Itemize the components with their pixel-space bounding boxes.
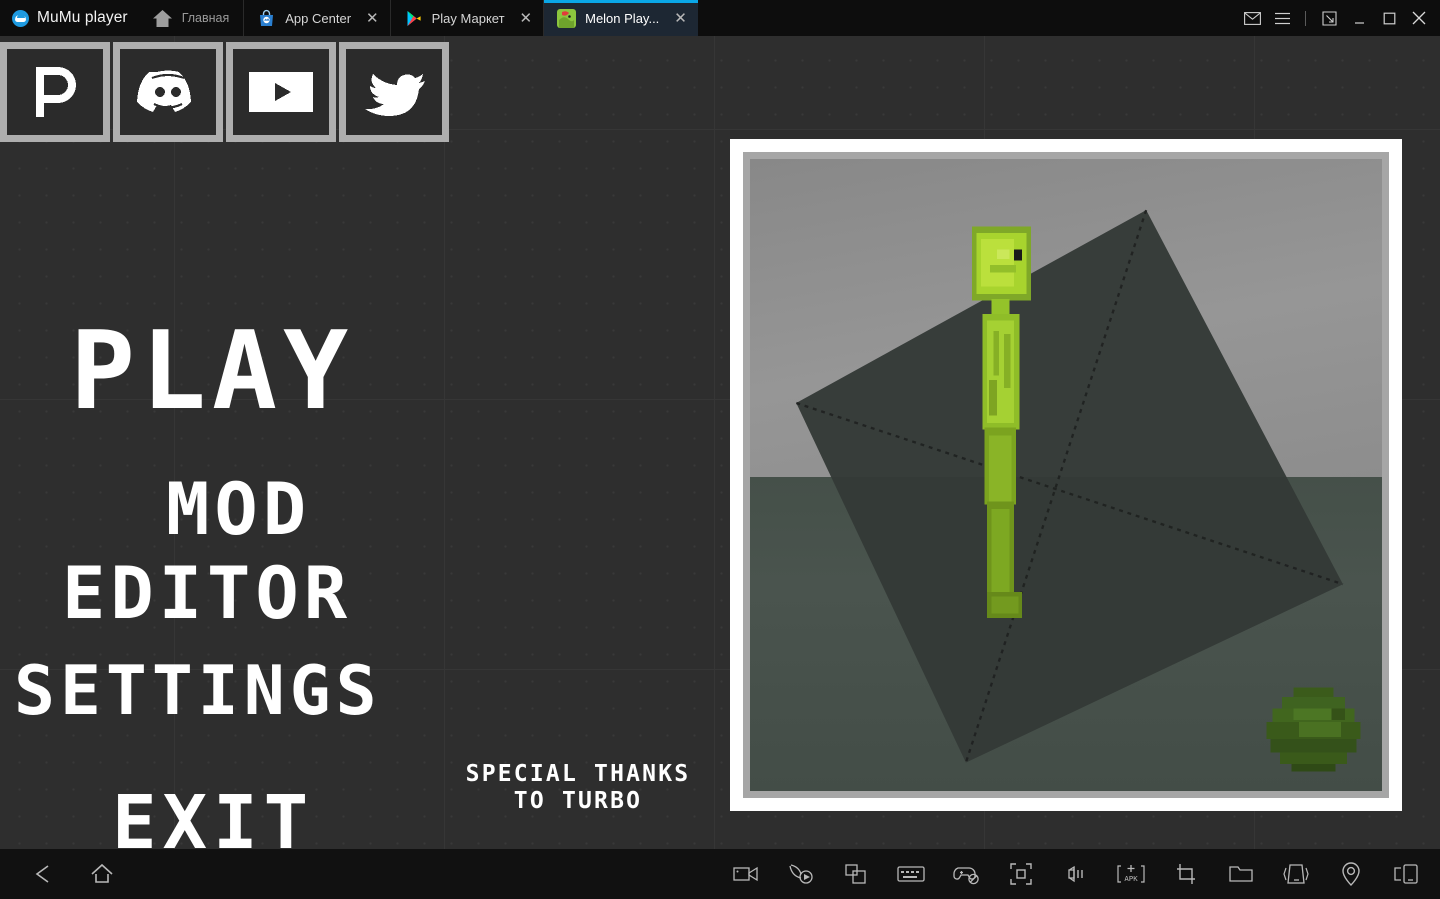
window-controls — [1237, 0, 1440, 36]
tab-melon-playground[interactable]: Melon Play... ✕ — [543, 0, 698, 36]
tab-app-center-close-icon[interactable]: ✕ — [360, 11, 379, 26]
menu-icon[interactable] — [1267, 0, 1297, 36]
emulator-toolbar: APK — [0, 849, 1440, 899]
tab-strip: App Center ✕ Play Маркет ✕ Melon Play...… — [243, 0, 698, 36]
screenshot-button[interactable] — [1168, 856, 1204, 892]
social-links-row — [0, 42, 449, 142]
svg-text:APK: APK — [1124, 874, 1138, 883]
app-brand: MuMu player — [0, 0, 138, 36]
maximize-icon[interactable] — [1374, 0, 1404, 36]
shared-folder-button[interactable] — [1223, 856, 1259, 892]
multi-instance-button[interactable] — [838, 856, 874, 892]
menu-item-exit[interactable]: EXIT — [112, 786, 314, 849]
game-viewport: PLAY MOD EDITOR SETTINGS EXIT SPECIAL TH… — [0, 36, 1440, 849]
menu-item-mod[interactable]: MOD — [166, 473, 311, 545]
navigation-buttons — [0, 856, 120, 892]
game-preview-frame — [730, 139, 1402, 811]
patreon-button[interactable] — [0, 42, 110, 142]
record-video-button[interactable] — [728, 856, 764, 892]
home-tab-label: Главная — [181, 11, 230, 25]
scene-ground — [750, 476, 1382, 791]
youtube-button[interactable] — [226, 42, 336, 142]
menu-item-settings[interactable]: SETTINGS — [14, 658, 382, 726]
keyboard-mapping-button[interactable] — [893, 856, 929, 892]
game-preview-inner-frame — [743, 152, 1389, 798]
mumu-player-window: MuMu player Главная App Center ✕ Play Ма… — [0, 0, 1440, 899]
restore-icon[interactable] — [1314, 0, 1344, 36]
menu-item-play[interactable]: PLAY — [70, 318, 354, 426]
home-icon — [152, 9, 173, 28]
shake-button[interactable] — [1278, 856, 1314, 892]
melon-playground-icon — [557, 8, 577, 28]
macro-record-button[interactable] — [783, 856, 819, 892]
tab-melon-playground-label: Melon Play... — [585, 10, 660, 26]
mumu-logo-icon — [12, 9, 29, 27]
mail-icon[interactable] — [1237, 0, 1267, 36]
tab-app-center-label: App Center — [285, 10, 352, 26]
home-button[interactable] — [84, 856, 120, 892]
window-controls-divider — [1305, 10, 1306, 26]
back-button[interactable] — [26, 856, 62, 892]
app-center-icon — [257, 9, 276, 28]
fullscreen-button[interactable] — [1003, 856, 1039, 892]
scene-sky — [750, 159, 1382, 477]
twitter-button[interactable] — [339, 42, 449, 142]
discord-button[interactable] — [113, 42, 223, 142]
app-brand-label: MuMu player — [37, 9, 128, 26]
tab-melon-playground-close-icon[interactable]: ✕ — [668, 11, 687, 26]
tab-play-market-label: Play Маркет — [431, 10, 505, 26]
install-apk-button[interactable]: APK — [1113, 856, 1149, 892]
rotate-screen-button[interactable] — [1388, 856, 1424, 892]
menu-item-editor[interactable]: EDITOR — [62, 557, 352, 629]
tab-play-market-close-icon[interactable]: ✕ — [514, 11, 533, 26]
tab-app-center[interactable]: App Center ✕ — [243, 0, 389, 36]
google-play-icon — [404, 9, 423, 28]
gamepad-disabled-button[interactable] — [948, 856, 984, 892]
volume-button[interactable] — [1058, 856, 1094, 892]
home-tab[interactable]: Главная — [138, 0, 244, 36]
emulator-tools: APK — [728, 856, 1440, 892]
close-icon[interactable] — [1404, 0, 1434, 36]
location-button[interactable] — [1333, 856, 1369, 892]
game-preview-scene — [750, 159, 1382, 791]
tab-play-market[interactable]: Play Маркет ✕ — [389, 0, 544, 36]
minimize-icon[interactable] — [1344, 0, 1374, 36]
title-bar: MuMu player Главная App Center ✕ Play Ма… — [0, 0, 1440, 36]
